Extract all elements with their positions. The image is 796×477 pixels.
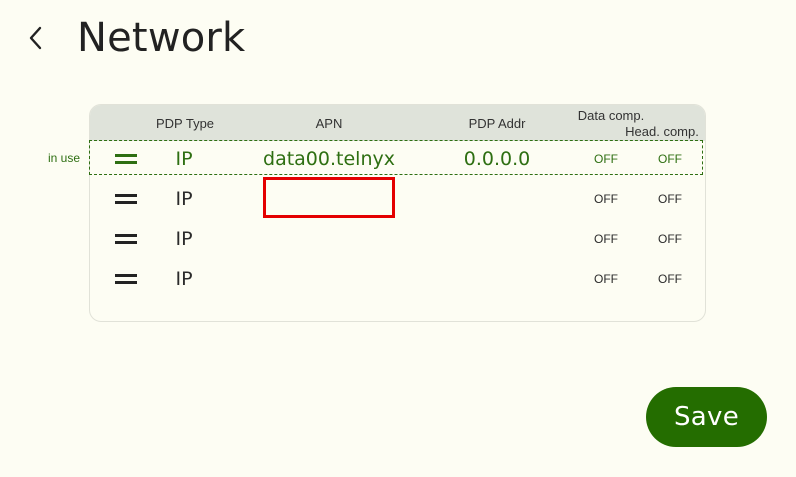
data-comp-toggle[interactable]: OFF: [594, 179, 618, 219]
pdp-addr-cell[interactable]: 0.0.0.0: [464, 139, 530, 179]
data-comp-toggle[interactable]: OFF: [594, 139, 618, 179]
back-button[interactable]: [18, 18, 54, 58]
table-row[interactable]: IP OFF OFF: [90, 179, 705, 219]
table-row[interactable]: IP OFF OFF: [90, 219, 705, 259]
column-header-apn: APN: [315, 116, 343, 131]
apn-cell[interactable]: data00.telnyx: [263, 139, 395, 179]
head-comp-toggle[interactable]: OFF: [658, 139, 682, 179]
data-comp-toggle[interactable]: OFF: [594, 259, 618, 299]
pdp-type-cell[interactable]: IP: [175, 139, 192, 179]
column-header-head-comp: Head. comp.: [625, 124, 699, 139]
drag-handle-icon[interactable]: [112, 179, 140, 219]
drag-handle-icon[interactable]: [112, 219, 140, 259]
column-header-data-comp: Data comp.: [577, 108, 645, 123]
data-comp-toggle[interactable]: OFF: [594, 219, 618, 259]
chevron-left-icon: [27, 25, 45, 51]
pdp-type-cell[interactable]: IP: [175, 179, 192, 219]
table-row[interactable]: IP data00.telnyx 0.0.0.0 OFF OFF: [90, 139, 705, 179]
column-header-pdp-type: PDP Type: [155, 116, 215, 131]
column-header-pdp-addr: PDP Addr: [468, 116, 526, 131]
save-button[interactable]: Save: [646, 387, 767, 447]
page-title: Network: [77, 15, 246, 61]
apn-input-highlight[interactable]: [263, 177, 395, 218]
head-comp-toggle[interactable]: OFF: [658, 179, 682, 219]
pdp-context-table: PDP Type APN PDP Addr Data comp. Head. c…: [89, 104, 706, 322]
head-comp-toggle[interactable]: OFF: [658, 259, 682, 299]
in-use-label: in use: [48, 151, 81, 165]
table-header: PDP Type APN PDP Addr Data comp. Head. c…: [90, 105, 705, 141]
drag-handle-icon[interactable]: [112, 139, 140, 179]
head-comp-toggle[interactable]: OFF: [658, 219, 682, 259]
table-row[interactable]: IP OFF OFF: [90, 259, 705, 299]
pdp-type-cell[interactable]: IP: [175, 219, 192, 259]
pdp-type-cell[interactable]: IP: [175, 259, 192, 299]
drag-handle-icon[interactable]: [112, 259, 140, 299]
